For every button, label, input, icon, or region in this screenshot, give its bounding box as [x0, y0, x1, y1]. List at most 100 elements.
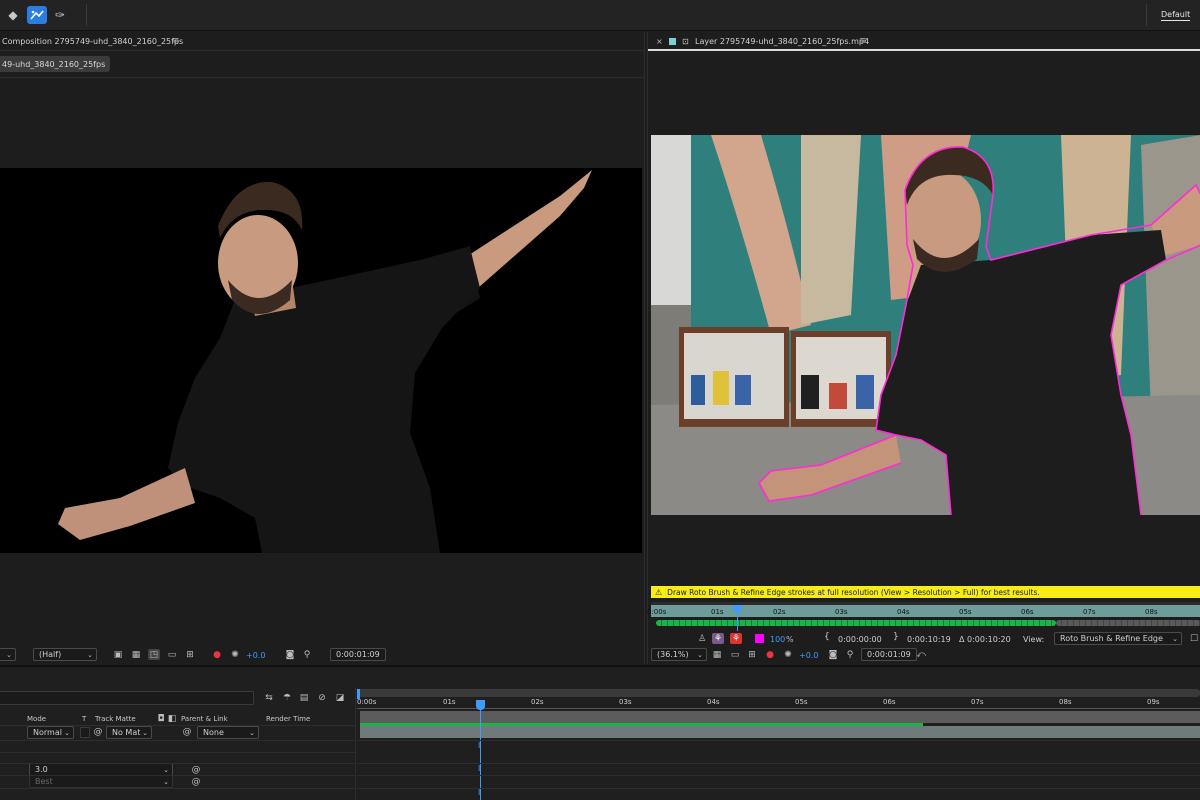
out-time[interactable]: 0:00:10:19	[907, 635, 951, 644]
render-checkbox[interactable]: ☐	[1188, 633, 1200, 644]
timeline-panel: ⇆ ☂ ▤ ⊘ ◪ Mode T Track Matte ◘ ◧ Parent …	[0, 665, 1200, 800]
composition-tab-title[interactable]: Composition 2795749-uhd_3840_2160_25fps	[2, 37, 183, 46]
chevron-down-icon: ⌄	[1172, 634, 1178, 643]
workspace-default[interactable]: Default	[1161, 10, 1191, 21]
show-snapshot-icon[interactable]: ⚲	[844, 649, 856, 660]
color-management-icon[interactable]: ✺	[229, 649, 241, 660]
overlay-opacity-unit: %	[786, 635, 794, 644]
timeline-tick-label: 07s	[971, 698, 984, 706]
layer-viewer[interactable]	[651, 135, 1200, 515]
parent-pick-whip-icon[interactable]: @	[181, 726, 193, 737]
comp-flowchart-icon[interactable]: ⇆	[263, 692, 275, 703]
chevron-down-icon: ⌄	[87, 650, 93, 659]
graph-editor-icon[interactable]: ◪	[334, 692, 346, 703]
exposure-value[interactable]: +0.0	[246, 651, 265, 660]
mode-column-header[interactable]: Mode	[27, 715, 46, 723]
show-roto-boundary-icon[interactable]: ⚘	[730, 633, 742, 644]
overlay-color-swatch[interactable]	[755, 634, 764, 643]
timeline-search-input[interactable]	[0, 691, 254, 705]
transparency-grid-icon[interactable]: ▦	[711, 649, 723, 660]
resolution-dropdown[interactable]: (Half) ⌄	[33, 648, 97, 661]
magnification-value: (36.1%)	[657, 650, 689, 659]
region-of-interest-icon[interactable]: ◳	[148, 649, 160, 660]
switch-to-comp-icon[interactable]: ⤺	[915, 649, 927, 660]
quality-dropdown[interactable]: Best ⌄	[29, 775, 173, 788]
mask-visibility-icon[interactable]: ▭	[166, 649, 178, 660]
keyframe-marker-icon[interactable]: I	[478, 741, 480, 750]
expression-pick-whip-icon[interactable]: @	[190, 776, 202, 787]
roto-person-icon[interactable]: ♙	[696, 633, 708, 644]
layer-time-ruler[interactable]: 0:00s 01s 02s 03s 04s 05s 06s 07s 08s	[647, 602, 1200, 633]
layer-tab-title[interactable]: Layer 2795749-uhd_3840_2160_25fps.mp4	[695, 37, 869, 46]
layer-label-color-swatch	[669, 38, 676, 45]
track-matte-dropdown[interactable]: No Mat ⌄	[106, 726, 152, 739]
shy-layers-icon[interactable]: ▤	[298, 692, 310, 703]
channels-icon[interactable]: ●	[211, 649, 223, 660]
close-tab-icon[interactable]: ×	[656, 37, 663, 46]
set-out-icon[interactable]: }	[893, 632, 899, 642]
toolbar-divider	[86, 4, 87, 26]
motion-blur-icon[interactable]: ⊘	[316, 692, 328, 703]
eraser-tool-icon[interactable]: ◆	[3, 6, 23, 24]
panel-menu-icon[interactable]: ≡	[859, 36, 867, 46]
channels-icon[interactable]: ●	[764, 649, 776, 660]
roto-brush-tool-icon[interactable]	[27, 6, 47, 24]
preserve-transparency-checkbox[interactable]	[80, 727, 90, 738]
blend-mode-dropdown[interactable]: Normal ⌄	[27, 726, 74, 739]
composition-viewer[interactable]	[0, 168, 642, 553]
render-time-column-header[interactable]: Render Time	[266, 715, 310, 723]
comp-current-time[interactable]: 0:00:01:09	[330, 648, 386, 661]
layer-playhead-handle[interactable]	[733, 605, 742, 612]
exposure-value[interactable]: +0.0	[799, 651, 818, 660]
timeline-tick-label: 06s	[883, 698, 896, 706]
magnification-dropdown[interactable]: (36.1%) ⌄	[651, 648, 707, 661]
mask-visibility-icon[interactable]: ▭	[729, 649, 741, 660]
timeline-tick-label: 01s	[443, 698, 456, 706]
work-area-bar[interactable]	[357, 689, 1200, 697]
snapshot-camera-icon[interactable]: ◙	[827, 649, 839, 660]
comp-zoom-dropdown[interactable]: ⌄	[0, 648, 16, 661]
ruler-tick-label: 06s	[1021, 608, 1034, 616]
keyframe-marker-icon[interactable]: I	[478, 788, 480, 797]
toggle-guides-icon[interactable]: ⊞	[746, 649, 758, 660]
panel-menu-icon[interactable]: ≡	[172, 36, 180, 46]
in-time[interactable]: 0:00:00:00	[838, 635, 882, 644]
timeline-playhead-handle[interactable]	[476, 700, 485, 710]
timeline-playhead-line	[480, 708, 481, 800]
row-divider	[0, 788, 356, 789]
comp-subtab[interactable]: 49-uhd_3840_2160_25fps	[0, 56, 110, 72]
puppet-pin-tool-icon[interactable]: ✑	[50, 6, 70, 24]
tools-toolbar: ◆ ✑ Default	[0, 0, 1200, 31]
timeline-tick-label: 03s	[619, 698, 632, 706]
timeline-tick-label: 02s	[531, 698, 544, 706]
overlay-opacity-value[interactable]: 100	[770, 635, 785, 644]
lock-icon[interactable]: ⊡	[682, 37, 689, 46]
view-dropdown[interactable]: Roto Brush & Refine Edge ⌄	[1054, 632, 1182, 645]
toggle-guides-icon[interactable]: ⊞	[184, 649, 196, 660]
warning-text: Draw Roto Brush & Refine Edge strokes at…	[667, 587, 1040, 597]
active-panel-underline	[648, 49, 1200, 51]
set-in-icon[interactable]: {	[824, 632, 830, 642]
color-management-icon[interactable]: ✺	[782, 649, 794, 660]
toolbar-divider	[1146, 4, 1147, 26]
parent-dropdown[interactable]: None ⌄	[197, 726, 259, 739]
expression-pick-whip-icon[interactable]: @	[190, 764, 202, 775]
transparency-grid-icon[interactable]: ▦	[130, 649, 142, 660]
row-divider	[0, 740, 356, 741]
keyframe-marker-icon[interactable]: I	[478, 764, 480, 773]
show-roto-overlay-icon[interactable]: ⚘	[712, 633, 724, 644]
snapshot-camera-icon[interactable]: ◙	[284, 649, 296, 660]
duration-time: Δ 0:00:10:20	[959, 635, 1011, 644]
fast-previews-icon[interactable]: ▣	[112, 649, 124, 660]
show-snapshot-icon[interactable]: ⚲	[301, 649, 313, 660]
pick-whip-icon[interactable]: @	[92, 726, 104, 737]
layer-current-time[interactable]: 0:00:01:09	[861, 648, 917, 661]
track-matte-column-header[interactable]: Track Matte	[95, 715, 136, 723]
warning-icon: ⚠	[655, 587, 663, 597]
ruler-tick-label: 01s	[711, 608, 724, 616]
view-label: View:	[1023, 635, 1045, 644]
parent-link-column-header[interactable]: Parent & Link	[181, 715, 228, 723]
t-column-header[interactable]: T	[82, 715, 86, 723]
draft-3d-icon[interactable]: ☂	[281, 692, 293, 703]
layer-duration-bar[interactable]	[360, 726, 1200, 738]
